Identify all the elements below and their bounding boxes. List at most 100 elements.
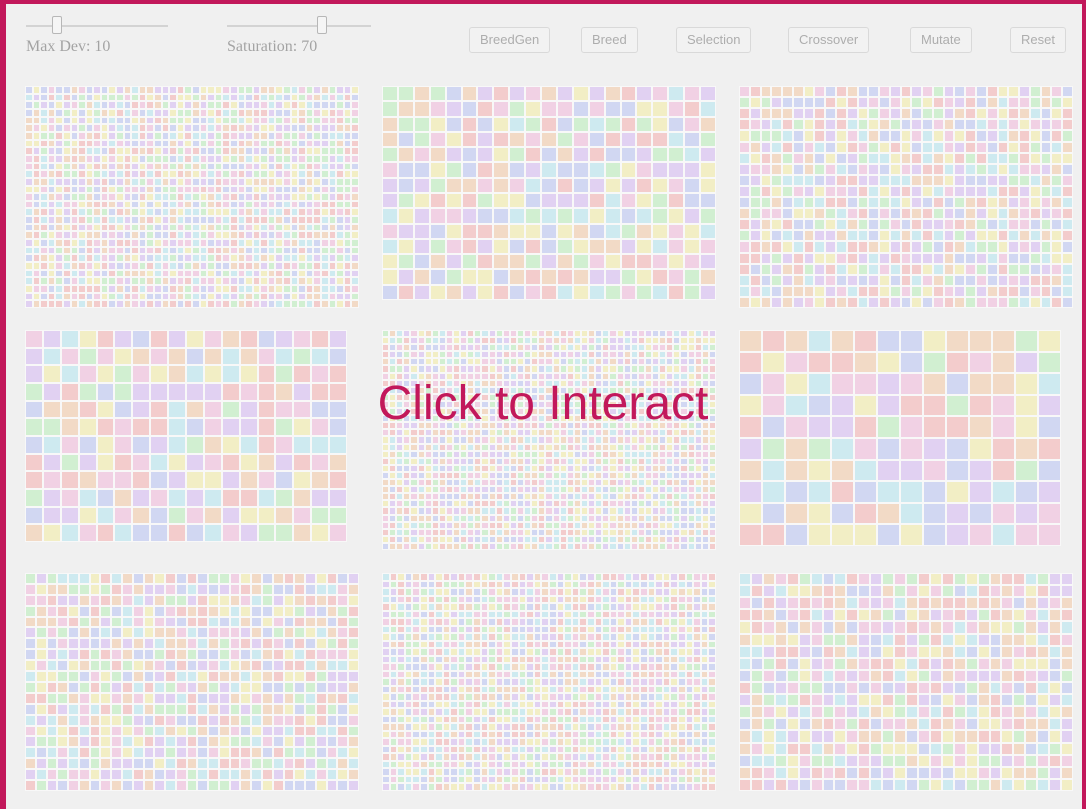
pattern-grid-3[interactable] (739, 86, 1073, 308)
pattern-cell (229, 780, 241, 791)
pattern-cell (461, 254, 478, 270)
pattern-cell (93, 254, 101, 263)
pattern-cell (668, 131, 685, 148)
pattern-cell (946, 481, 969, 503)
selection-button[interactable]: Selection (676, 27, 752, 53)
pattern-cell (477, 284, 494, 300)
pattern-cell (889, 219, 901, 231)
pattern-cell (595, 457, 603, 465)
pattern-cell (1062, 263, 1073, 275)
pattern-grid-2[interactable] (382, 86, 716, 300)
pattern-cell (644, 486, 653, 494)
pattern-cell (229, 93, 238, 102)
pattern-cell (453, 365, 461, 373)
pattern-cell (337, 681, 349, 693)
pattern-cell (413, 208, 430, 224)
pattern-cell (46, 725, 58, 737)
pattern-cell (932, 274, 944, 286)
pattern-cell (556, 595, 565, 604)
pattern-cell (438, 486, 446, 494)
pattern-grid-6[interactable] (739, 330, 1061, 546)
pattern-cell (313, 262, 322, 270)
crossover-button[interactable]: Crossover (788, 27, 870, 53)
pattern-cell (868, 163, 880, 175)
mutate-button[interactable]: Mutate (910, 27, 972, 53)
pattern-cell (997, 197, 1009, 209)
pattern-cell (313, 285, 322, 293)
pattern-cell (602, 610, 610, 619)
pattern-cell (637, 486, 645, 494)
pattern-cell (680, 436, 688, 444)
breed-button[interactable]: Breed (581, 27, 638, 53)
reset-button[interactable]: Reset (1010, 27, 1066, 53)
breedgen-button[interactable]: BreedGen (469, 27, 551, 53)
pattern-cell (1040, 152, 1052, 164)
pattern-cell (245, 162, 253, 171)
pattern-cell (328, 116, 337, 125)
pattern-cell (222, 285, 230, 293)
pattern-cell (55, 216, 63, 224)
saturation-slider[interactable]: Saturation: 70 (227, 14, 371, 55)
pattern-cell (168, 524, 186, 542)
pattern-cell (132, 453, 151, 472)
pattern-cell (488, 535, 496, 543)
pattern-cell (652, 131, 669, 148)
pattern-cell (879, 208, 890, 220)
pattern-cell (517, 493, 525, 501)
pattern-cell (673, 514, 681, 522)
pattern-grid-4[interactable] (25, 330, 347, 542)
pattern-cell (47, 246, 56, 255)
pattern-cell (857, 241, 869, 253)
pattern-cell (976, 174, 987, 186)
pattern-cell (85, 246, 94, 255)
pattern-cell (517, 528, 525, 536)
pattern-cell (493, 192, 510, 209)
pattern-cell (493, 162, 510, 178)
pattern-cell (46, 681, 58, 693)
pattern-cell (477, 147, 494, 163)
pattern-grid-8[interactable] (382, 573, 716, 791)
pattern-cell (429, 86, 446, 102)
pattern-cell (251, 747, 263, 759)
pattern-cell (877, 438, 900, 460)
pattern-cell (620, 192, 637, 209)
max-dev-thumb[interactable] (52, 16, 62, 34)
pattern-cell (548, 603, 557, 611)
pattern-cell (911, 241, 923, 253)
pattern-cell (78, 725, 90, 737)
pattern-cell (602, 486, 610, 494)
pattern-cell (684, 254, 701, 270)
pattern-cell (877, 351, 900, 374)
pattern-cell (620, 269, 637, 285)
pattern-cell (207, 208, 215, 217)
pattern-cell (559, 493, 567, 501)
pattern-cell (739, 174, 750, 186)
pattern-cell (517, 507, 525, 515)
pattern-cell (954, 219, 966, 231)
pattern-cell (531, 514, 539, 522)
pattern-cell (413, 147, 430, 163)
pattern-cell (652, 528, 660, 536)
pattern-cell (25, 254, 33, 263)
saturation-thumb[interactable] (317, 16, 327, 34)
pattern-cell (965, 86, 977, 98)
pattern-cell (453, 521, 461, 529)
pattern-cell (85, 185, 94, 194)
pattern-cell (666, 358, 674, 366)
pattern-cell (857, 152, 869, 164)
pattern-cell (524, 344, 532, 352)
pattern-cell (389, 625, 398, 634)
pattern-cell (305, 594, 316, 606)
max-dev-slider[interactable]: Max Dev: 10 (26, 14, 168, 55)
pattern-grid-1[interactable] (25, 86, 359, 308)
pattern-cell (668, 147, 685, 163)
pattern-cell (396, 535, 404, 543)
pattern-cell (237, 216, 246, 224)
pattern-cell (321, 108, 329, 117)
pattern-cell (708, 580, 716, 589)
pattern-cell (25, 330, 43, 348)
pattern-cell (911, 296, 923, 308)
pattern-grid-7[interactable] (25, 573, 359, 791)
pattern-grid-5[interactable] (382, 330, 716, 550)
pattern-cell (573, 330, 581, 338)
